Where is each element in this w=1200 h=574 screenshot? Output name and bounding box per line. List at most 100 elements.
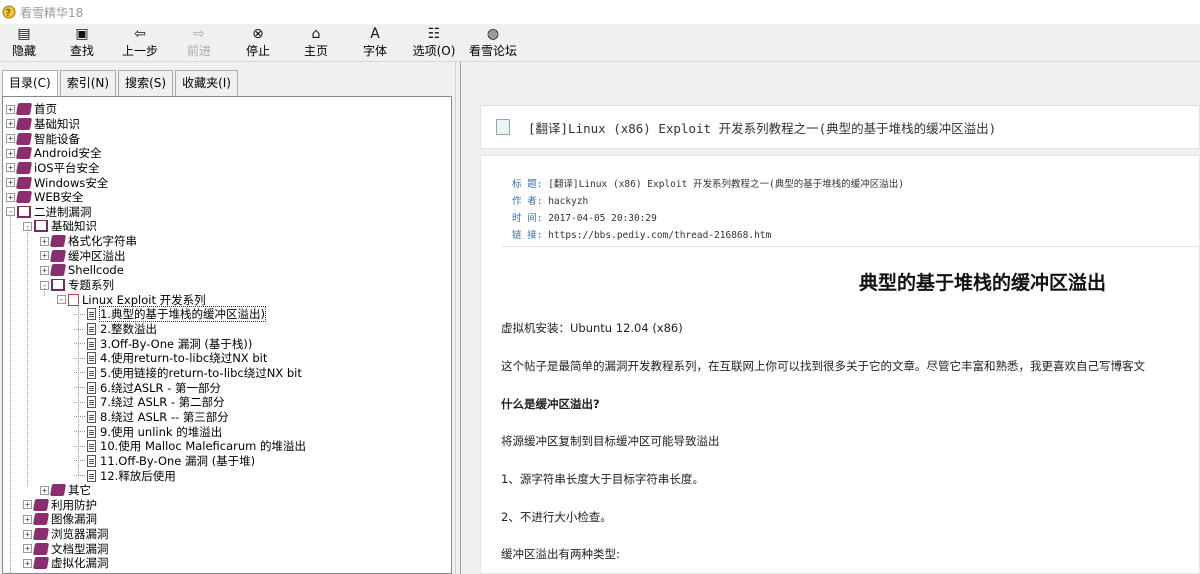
title-bar: ? 看雪精华18 xyxy=(0,0,1200,24)
options-label: 选项(O) xyxy=(412,44,456,58)
options-button[interactable]: ☷ 选项(O) xyxy=(411,24,457,62)
tree-connector xyxy=(74,343,85,345)
expand-icon[interactable]: + xyxy=(6,134,15,144)
tree-item-label: 缓冲区溢出 xyxy=(68,248,126,263)
expand-icon[interactable]: + xyxy=(6,192,15,202)
tree-item[interactable]: + 其它 xyxy=(40,483,91,498)
options-icon: ☷ xyxy=(427,26,441,42)
tree-item-label: Android安全 xyxy=(34,146,102,161)
page-icon xyxy=(87,410,96,423)
page-icon xyxy=(87,337,96,350)
expand-icon[interactable]: + xyxy=(23,514,32,524)
tree-item[interactable]: + Windows安全 xyxy=(6,175,108,190)
tree-item[interactable]: + Android安全 xyxy=(6,146,101,161)
meta-key: 时 间: xyxy=(512,213,543,224)
tree-item[interactable]: 11.Off-By-One 漏洞 (基于堆) xyxy=(74,454,255,469)
book-icon xyxy=(15,191,33,204)
tree-item[interactable]: 9.使用 unlink 的堆溢出 xyxy=(74,424,222,439)
forum-button[interactable]: ◍ 看雪论坛 xyxy=(466,24,520,62)
tree-item[interactable]: + 利用防护 xyxy=(23,498,97,513)
tree-connector xyxy=(74,445,85,447)
collapse-icon[interactable]: - xyxy=(57,295,66,305)
tree-item[interactable]: + iOS平台安全 xyxy=(6,161,100,176)
tree-item[interactable]: 4.使用return-to-libc绕过NX bit xyxy=(74,351,267,366)
expand-icon[interactable]: + xyxy=(6,104,15,114)
expand-icon[interactable]: + xyxy=(40,251,49,261)
tree-guide-line xyxy=(27,229,28,487)
expand-icon[interactable]: + xyxy=(6,163,15,173)
tree-item-label: iOS平台安全 xyxy=(34,160,100,175)
home-button[interactable]: ⌂ 主页 xyxy=(301,24,331,62)
tree-connector xyxy=(74,416,85,418)
tree-guide-line xyxy=(10,214,11,573)
meta-value: 2017-04-05 20:30:29 xyxy=(548,213,657,224)
tree-item[interactable]: 12.释放后使用 xyxy=(74,468,176,483)
font-icon: A xyxy=(370,26,380,42)
expand-icon[interactable]: + xyxy=(23,558,32,568)
tree-item[interactable]: - 二进制漏洞 xyxy=(6,205,92,220)
tree-item[interactable]: 1.典型的基于堆栈的缓冲区溢出) xyxy=(74,306,266,323)
tree-item[interactable]: + 缓冲区溢出 xyxy=(40,249,126,264)
tree-item[interactable]: + 浏览器漏洞 xyxy=(23,527,109,542)
expand-icon[interactable]: + xyxy=(40,485,49,495)
page-icon xyxy=(87,440,96,453)
tree-item[interactable]: + WEB安全 xyxy=(6,190,84,205)
book-icon xyxy=(32,528,50,541)
tab-favorites[interactable]: 收藏夹(I) xyxy=(175,70,238,96)
forward-button[interactable]: ⇨ 前进 xyxy=(184,24,214,62)
tree-item[interactable]: 8.绕过 ASLR -- 第三部分 xyxy=(74,410,229,425)
meta-link-row: 链 接: https://bbs.pediy.com/thread-216868… xyxy=(512,227,904,244)
article-paragraph: 虚拟机安装：Ubuntu 12.04 (x86) xyxy=(501,321,683,335)
tree-item[interactable]: 2.整数溢出 xyxy=(74,322,157,337)
tree-item[interactable]: + 基础知识 xyxy=(6,117,80,132)
hide-button[interactable]: ▤ 隐藏 xyxy=(9,24,39,62)
tree-item[interactable]: - 专题系列 xyxy=(40,278,114,293)
navigation-pane: 目录(C) 索引(N) 搜索(S) 收藏夹(I) + 首页 + 基础知识 + 智能设备 + A… xyxy=(0,62,455,574)
meta-key: 链 接: xyxy=(512,230,543,241)
expand-icon[interactable]: + xyxy=(6,178,15,188)
tree-item[interactable]: + 首页 xyxy=(6,102,57,117)
book-icon xyxy=(32,498,50,511)
tab-index[interactable]: 索引(N) xyxy=(59,70,117,96)
tab-search[interactable]: 搜索(S) xyxy=(118,70,174,96)
open-book-icon xyxy=(51,279,65,292)
expand-icon[interactable]: + xyxy=(23,529,32,539)
tree-item[interactable]: + 智能设备 xyxy=(6,131,80,146)
tree-item[interactable]: 10.使用 Malloc Maleficarum 的堆溢出 xyxy=(74,439,306,454)
window-title: 看雪精华18 xyxy=(20,5,84,20)
tree-item[interactable]: 7.绕过 ASLR - 第二部分 xyxy=(74,395,225,410)
tree-item[interactable]: - Linux Exploit 开发系列 xyxy=(57,292,206,307)
expand-icon[interactable]: + xyxy=(23,500,32,510)
stop-label: 停止 xyxy=(245,44,270,58)
tree-item[interactable]: 3.Off-By-One 漏洞 (基于栈)) xyxy=(74,336,252,351)
tree-item[interactable]: 6.绕过ASLR - 第一部分 xyxy=(74,380,221,395)
tree-item-label: Linux Exploit 开发系列 xyxy=(82,292,206,307)
tree-item[interactable]: + 图像漏洞 xyxy=(23,512,97,527)
stop-button[interactable]: ⊗ 停止 xyxy=(243,24,273,62)
expand-icon[interactable]: + xyxy=(23,544,32,554)
expand-icon[interactable]: + xyxy=(6,119,15,129)
expand-icon[interactable]: + xyxy=(40,236,49,246)
tab-contents[interactable]: 目录(C) xyxy=(2,70,58,96)
back-button[interactable]: ⇦ 上一步 xyxy=(118,24,162,62)
expand-icon[interactable]: + xyxy=(40,265,49,275)
meta-link[interactable]: https://bbs.pediy.com/thread-216868.htm xyxy=(548,230,771,241)
tree-item-label: 3.Off-By-One 漏洞 (基于栈)) xyxy=(100,336,253,351)
expand-icon[interactable]: + xyxy=(6,148,15,158)
svg-text:?: ? xyxy=(6,8,11,19)
document-header-title: [翻译]Linux (x86) Exploit 开发系列教程之一(典型的基于堆栈… xyxy=(528,120,997,136)
tree-item[interactable]: 5.使用链接的return-to-libc绕过NX bit xyxy=(74,366,302,381)
tree-item[interactable]: + 文档型漏洞 xyxy=(23,542,109,557)
tree-item[interactable]: + 虚拟化漏洞 xyxy=(23,556,109,571)
find-button[interactable]: ▣ 查找 xyxy=(67,24,97,62)
tree-item-label: 二进制漏洞 xyxy=(34,204,92,219)
tree-item-label: 基础知识 xyxy=(51,219,97,234)
tree-item[interactable]: - 基础知识 xyxy=(23,219,97,234)
tree-item[interactable]: + Shellcode xyxy=(40,263,124,278)
tree-item[interactable]: + 格式化字符串 xyxy=(40,234,137,249)
contents-tree[interactable]: + 首页 + 基础知识 + 智能设备 + Android安全 + iOS平台安全 + Windows安… xyxy=(2,96,452,574)
hide-icon: ▤ xyxy=(17,26,31,42)
article-paragraph: 2、不进行大小检查。 xyxy=(501,510,612,524)
font-button[interactable]: A 字体 xyxy=(360,24,390,62)
tree-item-label: 格式化字符串 xyxy=(68,234,137,249)
